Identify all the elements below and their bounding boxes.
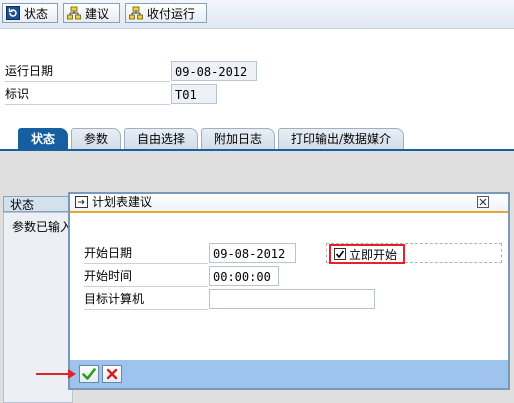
suggest-button-label: 建议 (85, 6, 110, 21)
payment-run-button[interactable]: 收付运行 (125, 3, 207, 23)
checkmark-icon (82, 368, 96, 380)
divider (84, 309, 208, 310)
application-toolbar: 状态 建议 收付运行 (0, 0, 514, 29)
tab-printout-data-medium[interactable]: 打印输出/数据媒介 (278, 128, 404, 149)
start-time-field[interactable]: 00:00:00 (209, 266, 279, 286)
start-date-label: 开始日期 (84, 246, 133, 260)
cancel-x-icon (106, 368, 118, 380)
status-subtab[interactable]: 状态 (3, 196, 73, 212)
run-date-field[interactable]: 09-08-2012 (171, 61, 257, 81)
target-computer-field[interactable] (209, 289, 375, 309)
divider (5, 81, 170, 82)
id-label: 标识 (5, 87, 30, 101)
divider (84, 263, 208, 264)
status-button-label: 状态 (24, 6, 49, 21)
window-icon (75, 196, 88, 211)
suggest-button[interactable]: 建议 (63, 3, 120, 23)
divider (84, 286, 208, 287)
dialog-footer (70, 360, 508, 388)
confirm-button[interactable] (79, 365, 99, 383)
start-date-field[interactable]: 09-08-2012 (209, 243, 296, 263)
close-icon[interactable] (477, 196, 489, 211)
start-time-label: 开始时间 (84, 269, 133, 283)
start-immediately-highlight: 立即开始 (329, 244, 405, 264)
run-date-label: 运行日期 (5, 64, 54, 78)
start-immediately-label: 立即开始 (349, 247, 398, 262)
status-text: 参数已输入 (12, 220, 70, 234)
hierarchy-icon (67, 6, 81, 20)
tab-additional-log[interactable]: 附加日志 (201, 128, 275, 149)
status-button[interactable]: 状态 (2, 3, 58, 23)
tab-status[interactable]: 状态 (18, 128, 68, 149)
tab-free-selection[interactable]: 自由选择 (124, 128, 198, 149)
divider (5, 104, 170, 105)
dialog-body: 开始日期 09-08-2012 立即开始 开始时间 00:00:00 目标计算机 (70, 213, 508, 360)
tab-parameters[interactable]: 参数 (71, 128, 121, 149)
dialog-title: 计划表建议 (92, 195, 153, 209)
id-field[interactable]: T01 (171, 84, 217, 104)
schedule-proposal-dialog: 计划表建议 开始日期 09-08-2012 立即开始 开始时间 00:00:00… (68, 192, 510, 390)
refresh-icon (6, 6, 20, 20)
hierarchy-icon (129, 6, 143, 20)
payment-run-button-label: 收付运行 (147, 6, 196, 21)
annotation-arrow (36, 373, 70, 375)
dialog-titlebar: 计划表建议 (70, 194, 508, 213)
cancel-button[interactable] (102, 365, 122, 383)
target-computer-label: 目标计算机 (84, 292, 145, 306)
start-immediately-checkbox[interactable] (334, 248, 346, 260)
annotation-arrowhead (68, 369, 76, 379)
tab-strip: 状态 参数 自由选择 附加日志 打印输出/数据媒介 (0, 128, 514, 150)
